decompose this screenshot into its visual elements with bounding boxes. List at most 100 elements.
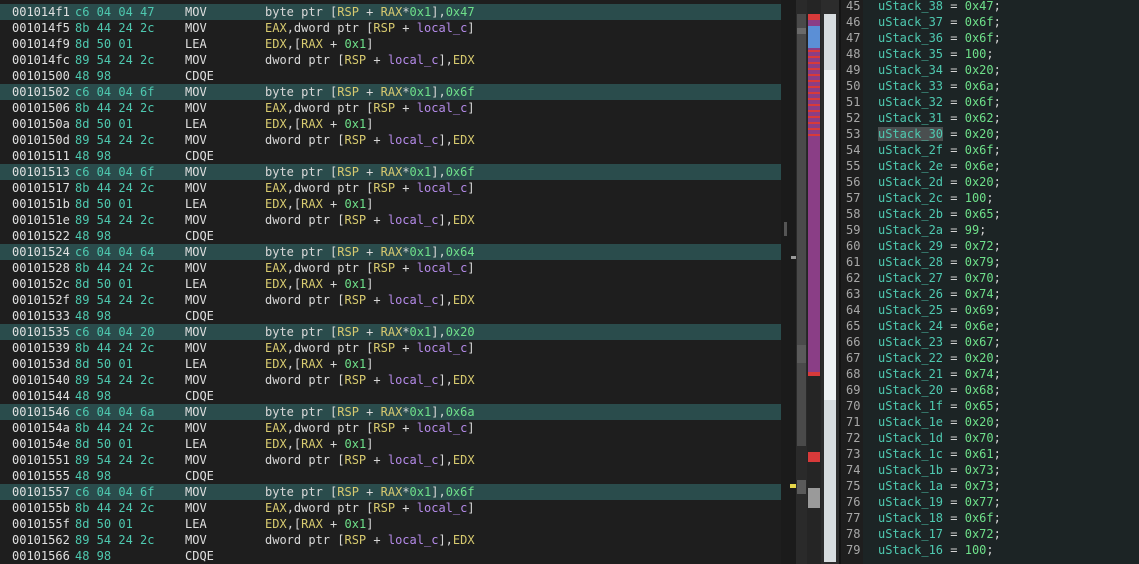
operand-register[interactable]: RSP bbox=[337, 245, 359, 259]
variable-name[interactable]: uStack_38 bbox=[878, 0, 943, 13]
decompiler-line[interactable]: 54 uStack_2f = 0x6f; bbox=[841, 142, 1139, 158]
listing-row[interactable]: 00101522 48 98 CDQE bbox=[0, 228, 781, 244]
decompiler-statement[interactable]: uStack_25 = 0x69; bbox=[878, 302, 1001, 318]
assigned-value[interactable]: 0x62 bbox=[965, 111, 994, 125]
assigned-value[interactable]: 0x73 bbox=[965, 479, 994, 493]
assigned-value[interactable]: 0x70 bbox=[965, 271, 994, 285]
listing-row[interactable]: 00101533 48 98 CDQE bbox=[0, 308, 781, 324]
operand-register[interactable]: EAX bbox=[265, 501, 287, 515]
decompiler-panel[interactable]: 45 uStack_38 = 0x47; 46 uStack_37 = 0x6f; 47… bbox=[841, 0, 1139, 564]
variable-name[interactable]: uStack_2a bbox=[878, 223, 943, 237]
decompiler-line[interactable]: 53 uStack_30 = 0x20; bbox=[841, 126, 1139, 142]
operand-register[interactable]: RAX bbox=[381, 325, 403, 339]
instruction-operands[interactable]: dword ptr [RSP + local_c],EDX bbox=[265, 292, 475, 308]
decompiler-statement[interactable]: uStack_31 = 0x62; bbox=[878, 110, 1001, 126]
listing-row[interactable]: 0010154a 8b 44 24 2c MOV EAX,dword ptr [RSP… bbox=[0, 420, 781, 436]
listing-row[interactable]: 001014f1 c6 04 04 47 MOV byte ptr [RSP + RA… bbox=[0, 4, 781, 20]
instruction-address[interactable]: 001014f9 bbox=[12, 36, 70, 52]
assigned-value[interactable]: 100 bbox=[965, 543, 987, 557]
listing-row[interactable]: 0010150d 89 54 24 2c MOV dword ptr [RSP + l… bbox=[0, 132, 781, 148]
decompiler-line[interactable]: 77 uStack_18 = 0x6f; bbox=[841, 510, 1139, 526]
instruction-mnemonic[interactable]: LEA bbox=[185, 36, 207, 52]
instruction-operands[interactable]: dword ptr [RSP + local_c],EDX bbox=[265, 452, 475, 468]
operand-register[interactable]: EDX bbox=[265, 117, 287, 131]
operand-register[interactable]: EDX bbox=[265, 37, 287, 51]
operand-register[interactable]: EDX bbox=[453, 213, 475, 227]
operand-local-variable[interactable]: local_c bbox=[388, 533, 439, 547]
decompiler-line[interactable]: 64 uStack_25 = 0x69; bbox=[841, 302, 1139, 318]
decompiler-statement[interactable]: uStack_1b = 0x73; bbox=[878, 462, 1001, 478]
listing-row[interactable]: 0010153d 8d 50 01 LEA EDX,[RAX + 0x1] bbox=[0, 356, 781, 372]
instruction-address[interactable]: 00101551 bbox=[12, 452, 70, 468]
instruction-address[interactable]: 00101533 bbox=[12, 308, 70, 324]
instruction-address[interactable]: 00101513 bbox=[12, 164, 70, 180]
operand-number[interactable]: 0x1 bbox=[345, 277, 367, 291]
listing-row[interactable]: 00101511 48 98 CDQE bbox=[0, 148, 781, 164]
decompiler-line[interactable]: 48 uStack_35 = 100; bbox=[841, 46, 1139, 62]
assigned-value[interactable]: 0x69 bbox=[965, 303, 994, 317]
operand-number[interactable]: 0x1 bbox=[410, 165, 432, 179]
operand-register[interactable]: EDX bbox=[453, 293, 475, 307]
operand-local-variable[interactable]: local_c bbox=[417, 21, 468, 35]
decompiler-line[interactable]: 72 uStack_1d = 0x70; bbox=[841, 430, 1139, 446]
operand-register[interactable]: RAX bbox=[381, 5, 403, 19]
operand-register[interactable]: RAX bbox=[301, 277, 323, 291]
instruction-address[interactable]: 00101524 bbox=[12, 244, 70, 260]
operand-local-variable[interactable]: local_c bbox=[388, 213, 439, 227]
variable-name[interactable]: uStack_20 bbox=[878, 383, 943, 397]
variable-name[interactable]: uStack_1e bbox=[878, 415, 943, 429]
instruction-operands[interactable]: EAX,dword ptr [RSP + local_c] bbox=[265, 340, 475, 356]
decompiler-statement[interactable]: uStack_2b = 0x65; bbox=[878, 206, 1001, 222]
operand-register[interactable]: RSP bbox=[344, 53, 366, 67]
instruction-address[interactable]: 00101540 bbox=[12, 372, 70, 388]
operand-register[interactable]: RAX bbox=[301, 437, 323, 451]
operand-local-variable[interactable]: local_c bbox=[417, 341, 468, 355]
assigned-value[interactable]: 0x73 bbox=[965, 463, 994, 477]
operand-register[interactable]: RAX bbox=[381, 85, 403, 99]
instruction-operands[interactable]: byte ptr [RSP + RAX*0x1],0x64 bbox=[265, 244, 475, 260]
instruction-address[interactable]: 00101555 bbox=[12, 468, 70, 484]
decompiler-line[interactable]: 51 uStack_32 = 0x6f; bbox=[841, 94, 1139, 110]
decompiler-line[interactable]: 67 uStack_22 = 0x20; bbox=[841, 350, 1139, 366]
instruction-operands[interactable]: EDX,[RAX + 0x1] bbox=[265, 276, 373, 292]
instruction-mnemonic[interactable]: MOV bbox=[185, 404, 207, 420]
assigned-value[interactable]: 0x6f bbox=[965, 143, 994, 157]
instruction-mnemonic[interactable]: MOV bbox=[185, 484, 207, 500]
instruction-operands[interactable]: byte ptr [RSP + RAX*0x1],0x47 bbox=[265, 4, 475, 20]
assigned-value[interactable]: 0x20 bbox=[965, 351, 994, 365]
operand-register[interactable]: EAX bbox=[265, 181, 287, 195]
assigned-value[interactable]: 0x74 bbox=[965, 287, 994, 301]
instruction-address[interactable]: 00101517 bbox=[12, 180, 70, 196]
operand-local-variable[interactable]: local_c bbox=[388, 53, 439, 67]
operand-number[interactable]: 0x20 bbox=[446, 325, 475, 339]
operand-register[interactable]: RSP bbox=[373, 21, 395, 35]
instruction-operands[interactable]: EAX,dword ptr [RSP + local_c] bbox=[265, 420, 475, 436]
operand-register[interactable]: EAX bbox=[265, 21, 287, 35]
decompiler-statement[interactable]: uStack_24 = 0x6e; bbox=[878, 318, 1001, 334]
instruction-mnemonic[interactable]: MOV bbox=[185, 132, 207, 148]
instruction-address[interactable]: 0010154e bbox=[12, 436, 70, 452]
operand-register[interactable]: RAX bbox=[381, 405, 403, 419]
instruction-mnemonic[interactable]: MOV bbox=[185, 4, 207, 20]
operand-number[interactable]: 0x1 bbox=[410, 85, 432, 99]
instruction-mnemonic[interactable]: CDQE bbox=[185, 548, 214, 564]
assigned-value[interactable]: 0x20 bbox=[965, 415, 994, 429]
assigned-value[interactable]: 0x65 bbox=[965, 207, 994, 221]
decompiler-line[interactable]: 69 uStack_20 = 0x68; bbox=[841, 382, 1139, 398]
decompiler-statement[interactable]: uStack_19 = 0x77; bbox=[878, 494, 1001, 510]
variable-name[interactable]: uStack_33 bbox=[878, 79, 943, 93]
instruction-address[interactable]: 0010151b bbox=[12, 196, 70, 212]
instruction-operands[interactable]: byte ptr [RSP + RAX*0x1],0x6f bbox=[265, 484, 475, 500]
variable-name[interactable]: uStack_26 bbox=[878, 287, 943, 301]
decompiler-statement[interactable]: uStack_26 = 0x74; bbox=[878, 286, 1001, 302]
variable-name[interactable]: uStack_1d bbox=[878, 431, 943, 445]
operand-register[interactable]: RSP bbox=[344, 293, 366, 307]
variable-name[interactable]: uStack_1c bbox=[878, 447, 943, 461]
instruction-operands[interactable]: EAX,dword ptr [RSP + local_c] bbox=[265, 20, 475, 36]
operand-register[interactable]: RSP bbox=[337, 85, 359, 99]
assigned-value[interactable]: 0x68 bbox=[965, 383, 994, 397]
operand-number[interactable]: 0x6f bbox=[446, 485, 475, 499]
operand-local-variable[interactable]: local_c bbox=[388, 453, 439, 467]
operand-register[interactable]: RSP bbox=[337, 325, 359, 339]
overview-viewport-indicator[interactable] bbox=[808, 26, 820, 48]
